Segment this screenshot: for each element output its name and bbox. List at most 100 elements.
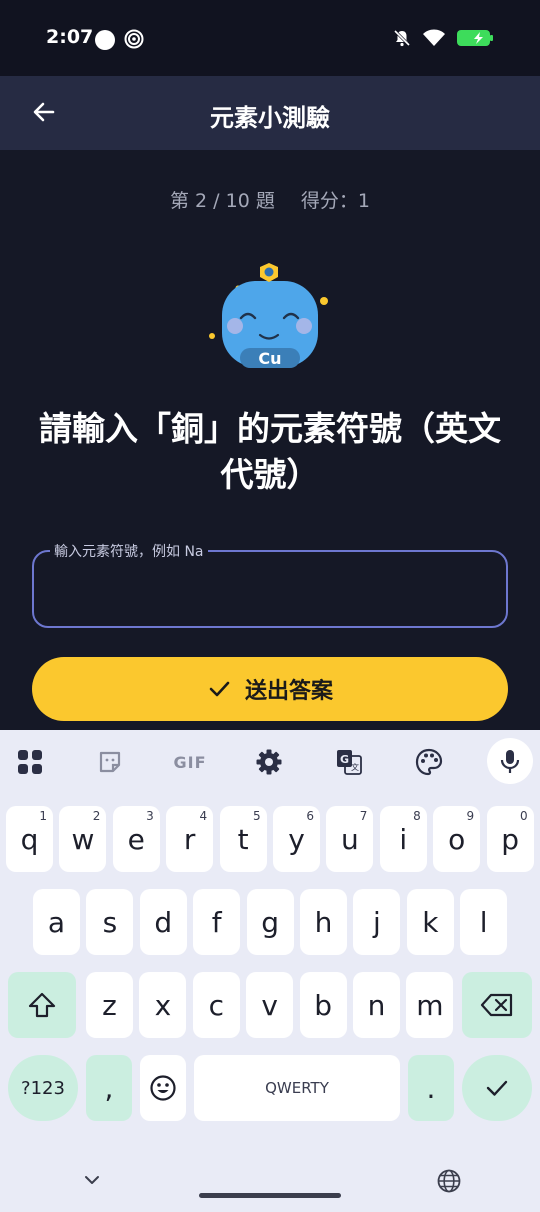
key-j[interactable]: j [353,889,401,955]
key-hint: 5 [252,809,261,823]
mascot-symbol: Cu [258,349,281,368]
key-hint: 1 [39,809,47,823]
key-label: t [237,822,249,856]
voice-input-button[interactable] [487,738,533,784]
mic-icon [500,750,520,773]
chevron-down-icon[interactable] [80,1168,104,1192]
settings-button[interactable] [247,740,291,784]
key-h[interactable]: h [300,889,347,955]
answer-field-label: 輸入元素符號，例如 Na [50,541,208,561]
key-label: o [448,822,466,856]
question-counter: 第 2 / 10 題 [170,190,275,212]
answer-field[interactable]: 輸入元素符號，例如 Na [32,541,508,628]
shift-icon [28,992,56,1018]
key-i[interactable]: 8i [379,806,427,872]
score-counter: 得分：1 [300,190,370,212]
key-c[interactable]: c [192,972,240,1038]
key-a[interactable]: a [33,889,80,955]
key-w[interactable]: 2w [59,806,107,872]
question-line-2: 代號） [220,455,320,494]
translate-button[interactable]: G 文 [327,740,371,784]
key-label: y [288,822,305,856]
key-f[interactable]: f [193,889,241,955]
question-line-1: 請輸入「銅」的元素符號（英文 [39,409,501,448]
spiral-notification-icon [124,29,144,49]
key-d[interactable]: d [139,889,187,955]
mascot-image: Cu [209,263,328,368]
element-mascot: Cu [208,260,332,372]
home-indicator[interactable] [199,1193,341,1198]
emoji-key[interactable] [140,1055,186,1121]
key-z[interactable]: z [86,972,133,1038]
key-label: e [127,822,145,856]
key-s[interactable]: s [86,889,134,955]
key-label: w [71,822,95,856]
key-label: r [183,822,196,856]
answer-input[interactable] [52,570,492,610]
space-key[interactable]: QWERTY [194,1055,400,1121]
comma-key[interactable]: , [86,1055,132,1121]
key-t[interactable]: 5t [219,806,267,872]
status-bar: 2:07 [0,0,540,76]
soft-keyboard: GIF G 文 1 q 2 w 3 e 4 r 5 t 6 y 7 u 8 i … [0,730,540,1212]
key-hint: 2 [92,809,101,823]
submit-label: 送出答案 [244,679,333,704]
key-hint: 8 [413,809,421,823]
status-icons [392,28,496,48]
check-icon [486,1080,508,1096]
mute-icon [393,29,411,47]
keyboard-toolbar: GIF G 文 [0,730,540,792]
submit-answer-button[interactable]: 送出答案 [32,657,508,721]
battery-icon [457,30,493,46]
period-key[interactable]: . [408,1055,454,1121]
key-o[interactable]: 9o [433,806,481,872]
key-p[interactable]: 0p [486,806,534,872]
key-k[interactable]: k [406,889,454,955]
symbols-key[interactable]: ?123 [8,1055,78,1121]
quiz-progress: 第 2 / 10 題 得分：1 [0,186,540,213]
key-u[interactable]: 7u [326,806,374,872]
key-g[interactable]: g [246,889,294,955]
key-hint: 7 [359,809,368,823]
page-title: 元素小測驗 [210,104,330,132]
key-label: u [341,822,359,856]
key-q[interactable]: 1q [6,806,53,872]
key-label: q [20,822,39,856]
key-m[interactable]: m [406,972,454,1038]
palette-icon [415,748,443,776]
status-time: 2:07 [46,26,94,48]
key-hint: 6 [306,809,314,823]
key-n[interactable]: n [353,972,400,1038]
notification-dot-icon [95,30,115,50]
key-x[interactable]: x [139,972,187,1038]
backspace-key[interactable] [462,972,532,1038]
wifi-icon [423,29,445,46]
check-icon [209,681,230,697]
key-e[interactable]: 3e [112,806,160,872]
key-label: p [501,822,519,856]
translate-icon: G 文 [337,750,362,775]
key-y[interactable]: 6y [273,806,320,872]
apps-grid-button[interactable] [8,740,52,784]
gif-button[interactable]: GIF [168,740,212,784]
apps-grid-icon [18,750,42,774]
theme-button[interactable] [407,740,451,784]
globe-icon[interactable] [436,1168,462,1194]
backspace-icon [480,993,513,1017]
enter-key[interactable] [462,1055,532,1121]
key-hint: 4 [199,809,208,823]
key-label: i [399,822,408,856]
svg-text:文: 文 [351,762,359,772]
key-r[interactable]: 4r [166,806,214,872]
sticker-button[interactable] [88,740,132,784]
key-l[interactable]: l [460,889,508,955]
emoji-icon [150,1075,176,1101]
key-b[interactable]: b [299,972,347,1038]
sticker-icon [99,751,121,773]
key-hint: 3 [146,809,154,823]
shift-key[interactable] [8,972,76,1038]
question-text: 請輸入「銅」的元素符號（英文 代號） [20,406,520,498]
key-hint: 9 [466,809,475,823]
key-hint: 0 [519,809,528,823]
key-v[interactable]: v [246,972,294,1038]
